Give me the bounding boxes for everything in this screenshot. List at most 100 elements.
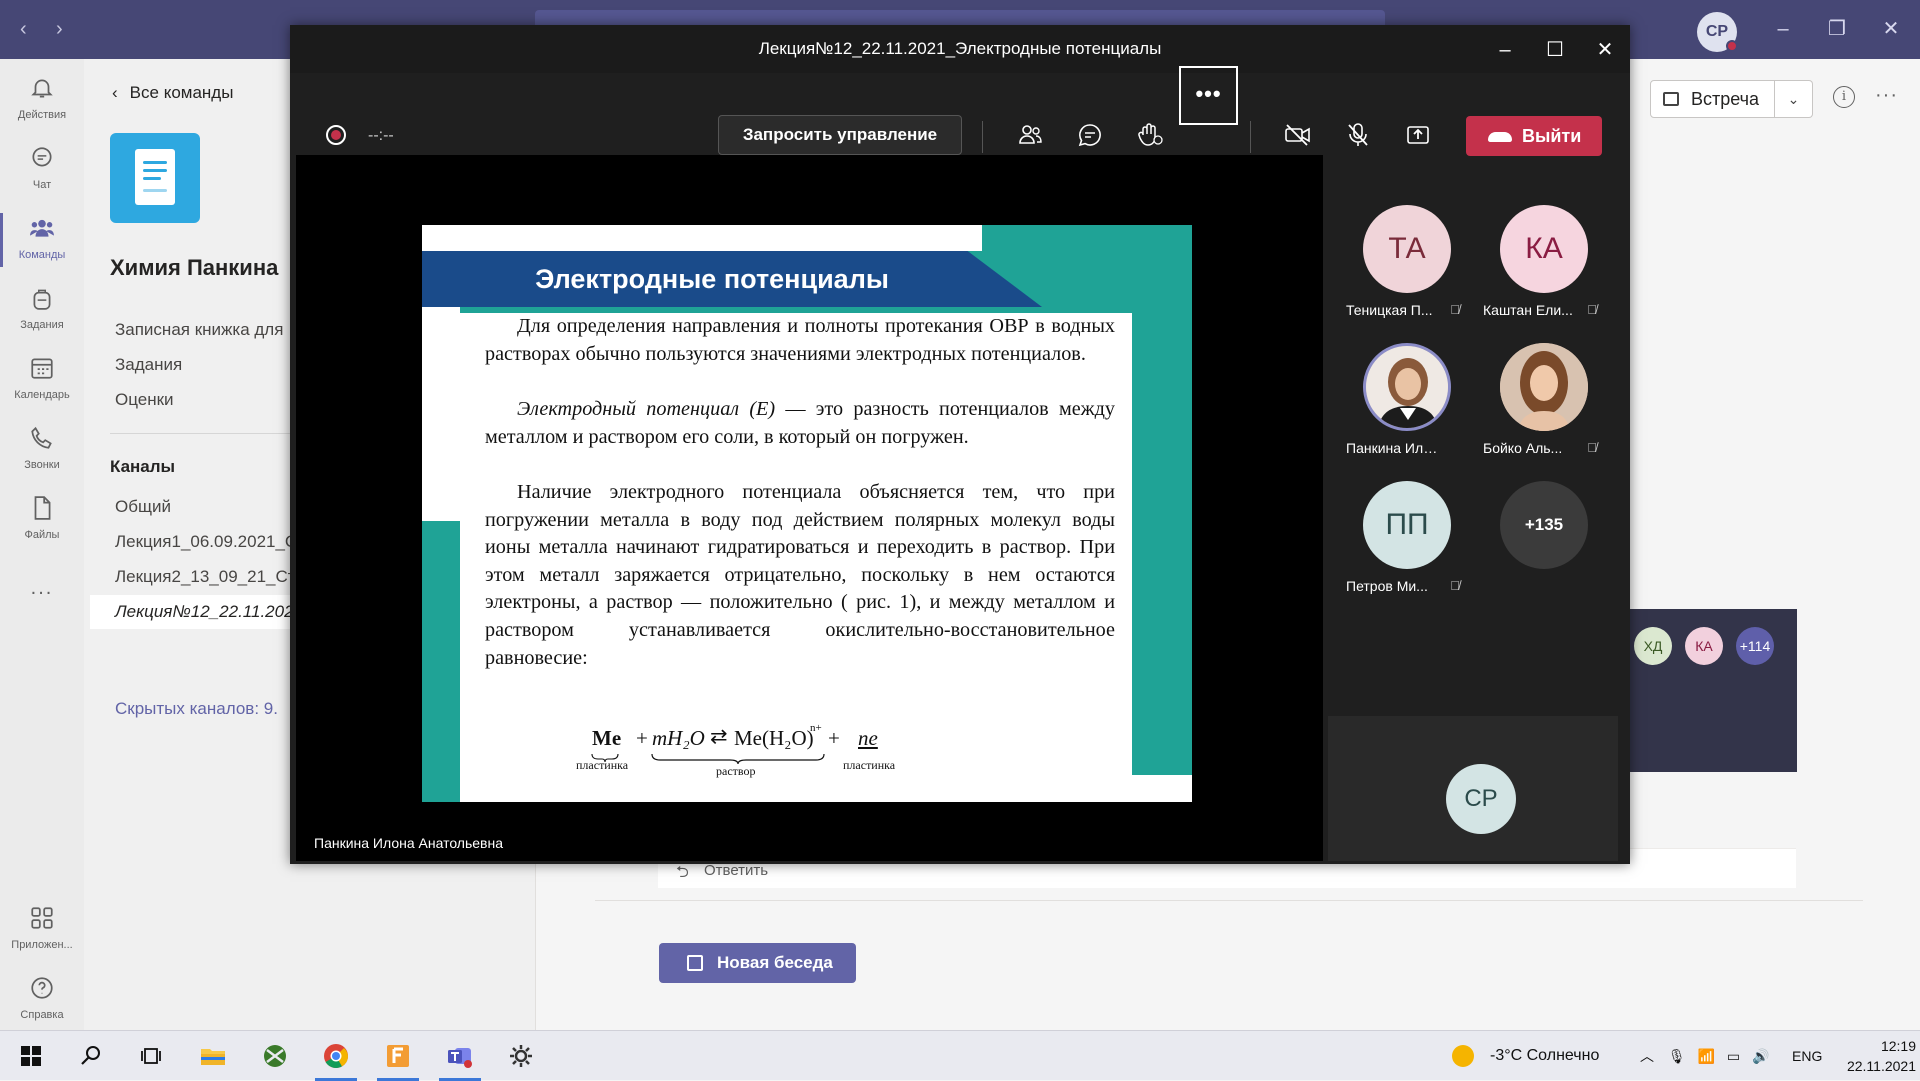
request-control-button[interactable]: Запросить управление <box>718 115 962 155</box>
participant-name: Петров Ми... <box>1346 578 1428 594</box>
hangup-icon <box>1488 132 1512 142</box>
meeting-timer: --:-- <box>368 127 394 144</box>
participant-tile[interactable]: ТА Теницкая П... 🎙̸ <box>1346 205 1460 330</box>
team-link-grades[interactable]: Оценки <box>115 390 174 410</box>
network-icon: 📶 <box>1697 1048 1715 1064</box>
hidden-channels-link[interactable]: Скрытых каналов: 9. <box>115 699 278 719</box>
restore-icon[interactable]: ❐ <box>1822 14 1852 44</box>
taskbar-settings[interactable] <box>492 1031 550 1081</box>
tray-icons[interactable]: ︿ 🎙 📶 ▭ 🔊 <box>1640 1031 1769 1081</box>
rail-files[interactable]: Файлы <box>0 487 84 553</box>
participant-tile[interactable]: Бойко Аль... 🎙̸ <box>1483 343 1597 468</box>
windows-taskbar: -3°C Солнечно ︿ 🎙 📶 ▭ 🔊 ENG 12:19 22.11.… <box>0 1030 1920 1081</box>
rail-help[interactable]: Справка <box>0 967 84 1033</box>
new-conversation-button[interactable]: Новая беседа <box>659 943 856 983</box>
rail-label: Приложен... <box>11 939 73 951</box>
taskbar-chrome[interactable] <box>307 1031 365 1081</box>
all-teams-link[interactable]: ‹ Все команды <box>112 83 233 103</box>
camera-off-icon[interactable] <box>1274 117 1322 153</box>
meet-button[interactable]: Встреча <box>1650 80 1775 118</box>
info-icon[interactable]: i <box>1833 86 1855 108</box>
rail-label: Чат <box>32 179 52 191</box>
close-icon[interactable]: ✕ <box>1876 14 1906 44</box>
taskbar-teams[interactable] <box>431 1031 489 1081</box>
back-arrow-icon[interactable]: ‹ <box>20 18 27 41</box>
chat-icon[interactable] <box>1066 117 1114 153</box>
globe-icon <box>264 1045 286 1067</box>
rail-label: Звонки <box>24 459 60 471</box>
presentation-slide: Электродные потенциалы Для определения н… <box>422 225 1192 802</box>
rail-calls[interactable]: Звонки <box>0 417 84 483</box>
language-indicator[interactable]: ENG <box>1792 1031 1822 1081</box>
maximize-icon[interactable]: ☐ <box>1540 35 1570 65</box>
more-apps-icon: ... <box>30 577 54 599</box>
self-view: СР <box>1328 716 1618 861</box>
sun-icon <box>1452 1044 1474 1067</box>
meet-button-label: Встреча <box>1691 89 1760 109</box>
chevron-left-icon: ‹ <box>112 83 118 102</box>
meeting-card[interactable]: ХД КА +114 <box>1630 609 1797 772</box>
taskbar-app-f[interactable] <box>369 1031 427 1081</box>
battery-icon: ▭ <box>1726 1048 1741 1064</box>
weather-widget[interactable]: -3°C Солнечно <box>1452 1031 1599 1081</box>
share-screen-icon[interactable] <box>1394 117 1442 153</box>
rail-label: Команды <box>18 249 66 261</box>
task-view-icon <box>141 1048 161 1064</box>
rail-chat[interactable]: Чат <box>0 137 84 203</box>
more-actions-button[interactable]: ••• <box>1179 66 1238 125</box>
taskbar-explorer[interactable] <box>184 1031 242 1081</box>
rail-label: Справка <box>20 1009 64 1021</box>
backpack-icon <box>33 289 51 310</box>
task-view-button[interactable] <box>122 1031 180 1081</box>
rail-activity[interactable]: Действия <box>0 67 84 133</box>
formula-term: ⇄ <box>710 724 728 748</box>
formula-label: пластинка <box>843 758 896 772</box>
minimize-icon[interactable]: – <box>1490 35 1520 65</box>
participant-tile[interactable]: КА Каштан Ели... 🎙̸ <box>1483 205 1597 330</box>
team-name: Химия Панкина <box>110 255 279 280</box>
team-link-notebook[interactable]: Записная книжка для <box>115 320 283 340</box>
participants-icon[interactable] <box>1006 117 1054 153</box>
meeting-title: Лекция№12_22.11.2021_Электродные потенци… <box>290 25 1630 73</box>
chevron-down-icon: ⌄ <box>1787 91 1800 107</box>
close-icon[interactable]: ✕ <box>1590 35 1620 65</box>
mic-off-icon[interactable] <box>1334 117 1382 153</box>
taskbar-app-games[interactable] <box>246 1031 304 1081</box>
clock[interactable]: 12:19 22.11.2021 <box>1826 1036 1916 1076</box>
start-button[interactable] <box>2 1031 60 1081</box>
user-avatar[interactable]: СР <box>1697 12 1738 52</box>
teams-icon <box>448 1048 472 1068</box>
minimize-icon[interactable]: – <box>1768 14 1798 44</box>
rail-teams[interactable]: Команды <box>0 207 84 273</box>
rail-more[interactable]: ... <box>0 557 84 623</box>
more-options-icon[interactable]: ··· <box>1875 84 1898 107</box>
chevron-up-icon: ︿ <box>1640 1048 1654 1064</box>
rail-label: Действия <box>17 109 67 121</box>
user-initials: СР <box>1705 23 1729 40</box>
rail-apps[interactable]: Приложен... <box>0 897 84 963</box>
leave-button[interactable]: Выйти <box>1466 116 1602 156</box>
slide-paragraph: Наличие электродного потенциала объясняе… <box>485 481 1115 669</box>
reactions-icon[interactable] <box>1126 117 1174 153</box>
weather-text: -3°C Солнечно <box>1490 1047 1600 1064</box>
folder-icon <box>201 1049 225 1065</box>
rail-assignments[interactable]: Задания <box>0 277 84 343</box>
rail-calendar[interactable]: Календарь <box>0 347 84 413</box>
forward-arrow-icon[interactable]: › <box>56 18 63 41</box>
card-more-avatars[interactable]: +114 <box>1736 627 1774 665</box>
slide-formula: Me + mH₂O ⇄ Me(H₂O) n+ + ne пластинка ра… <box>460 718 1132 778</box>
participant-tile[interactable]: Панкина Илон... <box>1346 343 1456 468</box>
mic-muted-icon: 🎙̸ <box>1450 578 1460 593</box>
formula-label: раствор <box>716 764 756 778</box>
participant-tile[interactable]: ПП Петров Ми... 🎙̸ <box>1346 481 1460 606</box>
more-participants-tile[interactable]: +135 <box>1483 481 1593 606</box>
formula-term: ne <box>858 726 878 750</box>
taskbar-search[interactable] <box>62 1031 120 1081</box>
clock-time: 12:19 <box>1880 1038 1916 1054</box>
meet-dropdown[interactable]: ⌄ <box>1775 80 1813 118</box>
meeting-window: Лекция№12_22.11.2021_Электродные потенци… <box>290 25 1630 864</box>
all-teams-label: Все команды <box>129 83 234 102</box>
new-conversation-label: Новая беседа <box>717 953 833 972</box>
formula-term: + <box>636 726 648 750</box>
team-link-assignments[interactable]: Задания <box>115 355 182 375</box>
